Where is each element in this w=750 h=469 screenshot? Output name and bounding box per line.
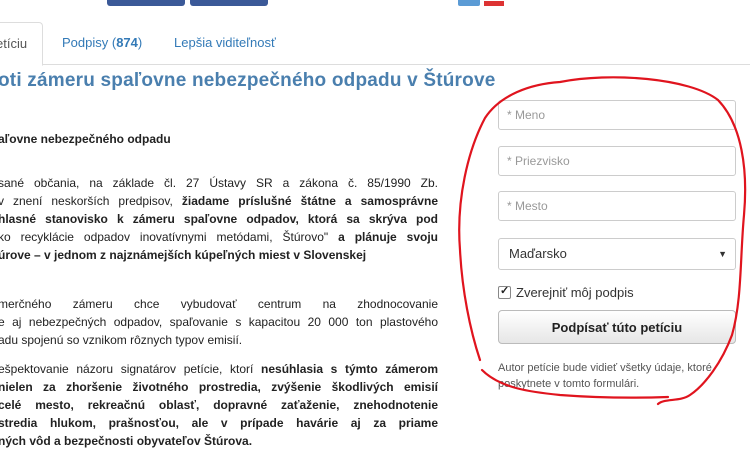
- first-name-input[interactable]: [498, 100, 736, 130]
- paragraph-bold-text: nielen za zhoršenie životného prostredia…: [0, 380, 438, 394]
- paragraph-line: v znení neskorších predpisov, žiadame pr…: [0, 192, 438, 210]
- paragraph-bold-text: celé mesto, rekreačnú oblasť, dopravné z…: [0, 398, 438, 412]
- publish-signature-checkbox[interactable]: Zverejniť môj podpis: [498, 284, 634, 300]
- petition-tabs: etíciu Podpisy (874) Lepšia viditeľnosť: [0, 22, 750, 66]
- tab-signatures-suffix: ): [137, 35, 143, 50]
- country-select[interactable]: Maďarsko ▼: [498, 238, 736, 270]
- country-value: Maďarsko: [509, 246, 567, 261]
- paragraph-bold-text: a plánuje svoju: [338, 230, 438, 244]
- paragraph-text: ešpektovanie názoru signatárov petície, …: [0, 362, 262, 376]
- paragraph-line: nielen za zhoršenie životného prostredia…: [0, 378, 438, 396]
- tab-signatures-prefix: Podpisy (: [62, 35, 117, 50]
- sign-petition-button[interactable]: Podpísať túto petíciu: [498, 310, 736, 344]
- tab-signatures[interactable]: Podpisy (874): [62, 22, 142, 64]
- page-title: oti zámeru spaľovne nebezpečného odpadu …: [0, 70, 496, 91]
- facebook-share-button[interactable]: [107, 0, 185, 6]
- paragraph-line: úrove – v jednom z najznámejších kúpeľný…: [0, 246, 438, 264]
- paragraph-line: ných vôd a bezpečnosti obyvateľov Štúrov…: [0, 432, 438, 450]
- tab-visibility[interactable]: Lepšia viditeľnosť: [174, 22, 276, 64]
- paragraph-bold-text: hlasné stanovisko k zámeru spaľovne odpa…: [0, 212, 438, 226]
- paragraph-bold-text: úrove – v jednom z najznámejších kúpeľný…: [0, 248, 367, 262]
- paragraph-line: ko recyklácie odpadov inovatívnymi metód…: [0, 228, 438, 246]
- paragraph-line: merčného zámeru chce vybudovať centrum n…: [0, 297, 438, 311]
- petition-subheading: aľovne nebezpečného odpadu: [0, 132, 171, 146]
- paragraph-line: celé mesto, rekreačnú oblasť, dopravné z…: [0, 396, 438, 414]
- form-privacy-note: Autor petície bude vidieť všetky údaje, …: [498, 362, 712, 390]
- paragraph-text: v znení neskorších predpisov,: [0, 194, 182, 208]
- paragraph-text: sané občania, na základe čl. 27 Ústavy S…: [0, 176, 438, 190]
- petition-paragraph-1: sané občania, na základe čl. 27 Ústavy S…: [0, 174, 438, 264]
- paragraph-text: ko recyklácie odpadov inovatívnymi metód…: [0, 230, 339, 244]
- checkbox-checked-icon[interactable]: [498, 284, 511, 299]
- tab-petition[interactable]: etíciu: [0, 22, 43, 66]
- city-input[interactable]: [498, 191, 736, 221]
- publish-signature-label: Zverejniť môj podpis: [516, 285, 634, 300]
- paragraph-line: stredia hlukom, prašnosťou, ale v prípad…: [0, 414, 438, 432]
- paragraph-line: adu spojenú so vznikom rôznych typov emi…: [0, 333, 243, 347]
- paragraph-bold-text: stredia hlukom, prašnosťou, ale v prípad…: [0, 416, 438, 430]
- tab-petition-label: etíciu: [0, 36, 28, 51]
- share-button-2[interactable]: [190, 0, 268, 6]
- paragraph-bold-text: nesúhlasia s týmto zámerom: [261, 362, 438, 376]
- paragraph-bold-text: ných vôd a bezpečnosti obyvateľov Štúrov…: [0, 434, 253, 448]
- paragraph-line: ešpektovanie názoru signatárov petície, …: [0, 360, 438, 378]
- language-flag-icon[interactable]: [458, 0, 480, 6]
- paragraph-line: hlasné stanovisko k zámeru spaľovne odpa…: [0, 210, 438, 228]
- paragraph-line: e aj nebezpečných odpadov, spaľovanie s …: [0, 315, 438, 329]
- petition-paragraph-3: ešpektovanie názoru signatárov petície, …: [0, 360, 438, 450]
- chevron-down-icon: ▼: [718, 249, 727, 259]
- paragraph-line: sané občania, na základe čl. 27 Ústavy S…: [0, 174, 438, 192]
- signature-count: 874: [116, 35, 138, 50]
- tab-visibility-label: Lepšia viditeľnosť: [174, 35, 276, 50]
- language-flag-icon-2[interactable]: [484, 0, 504, 6]
- petition-paragraph-2: merčného zámeru chce vybudovať centrum n…: [0, 295, 438, 349]
- last-name-input[interactable]: [498, 146, 736, 176]
- paragraph-bold-text: žiadame príslušné štátne a samosprávne: [181, 194, 438, 208]
